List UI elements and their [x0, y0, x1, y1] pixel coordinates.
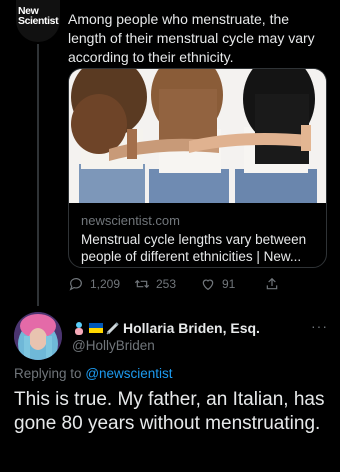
retweet-icon — [134, 279, 150, 289]
like-button[interactable]: 91 — [200, 276, 235, 292]
trans-flag-person-emoji-icon — [72, 321, 86, 335]
share-icon — [266, 277, 278, 290]
tweet-text: Among people who menstruate, the length … — [68, 11, 315, 65]
reply-text: This is true. My father, an Italian, has… — [14, 389, 325, 434]
reply-count: 1,209 — [90, 277, 121, 291]
reply-button[interactable]: 1,209 — [68, 276, 120, 292]
display-name-row[interactable]: Hollaria Briden, Esq. — [72, 320, 260, 336]
new-scientist-logo: New Scientist — [18, 5, 59, 27]
reply-icon — [69, 278, 82, 291]
display-name: Hollaria Briden, Esq. — [123, 320, 260, 336]
user-avatar[interactable] — [14, 312, 62, 360]
more-options-icon[interactable]: ··· — [311, 318, 328, 334]
heart-icon — [202, 279, 214, 291]
share-button[interactable] — [264, 276, 280, 292]
replying-to-mention[interactable]: @newscientist — [85, 366, 172, 381]
card-image — [69, 69, 326, 203]
retweet-button[interactable]: 253 — [134, 276, 176, 292]
card-domain: newscientist.com — [81, 213, 180, 228]
replying-prefix: Replying to — [14, 366, 82, 381]
link-preview-card[interactable]: newscientist.com Menstrual cycle lengths… — [68, 68, 327, 268]
card-title: Menstrual cycle lengths vary between peo… — [81, 232, 307, 264]
like-count: 91 — [222, 277, 236, 291]
replying-to-line: Replying to @newscientist — [14, 366, 173, 381]
new-scientist-avatar[interactable]: New Scientist — [16, 0, 60, 42]
user-handle[interactable]: @HollyBriden — [72, 338, 155, 353]
retweet-count: 253 — [156, 277, 177, 291]
tweet-actions: 1,209 253 91 — [68, 276, 318, 292]
thread-connector-line — [37, 44, 39, 306]
ukraine-flag-icon — [89, 321, 103, 335]
syringe-icon — [106, 321, 120, 335]
